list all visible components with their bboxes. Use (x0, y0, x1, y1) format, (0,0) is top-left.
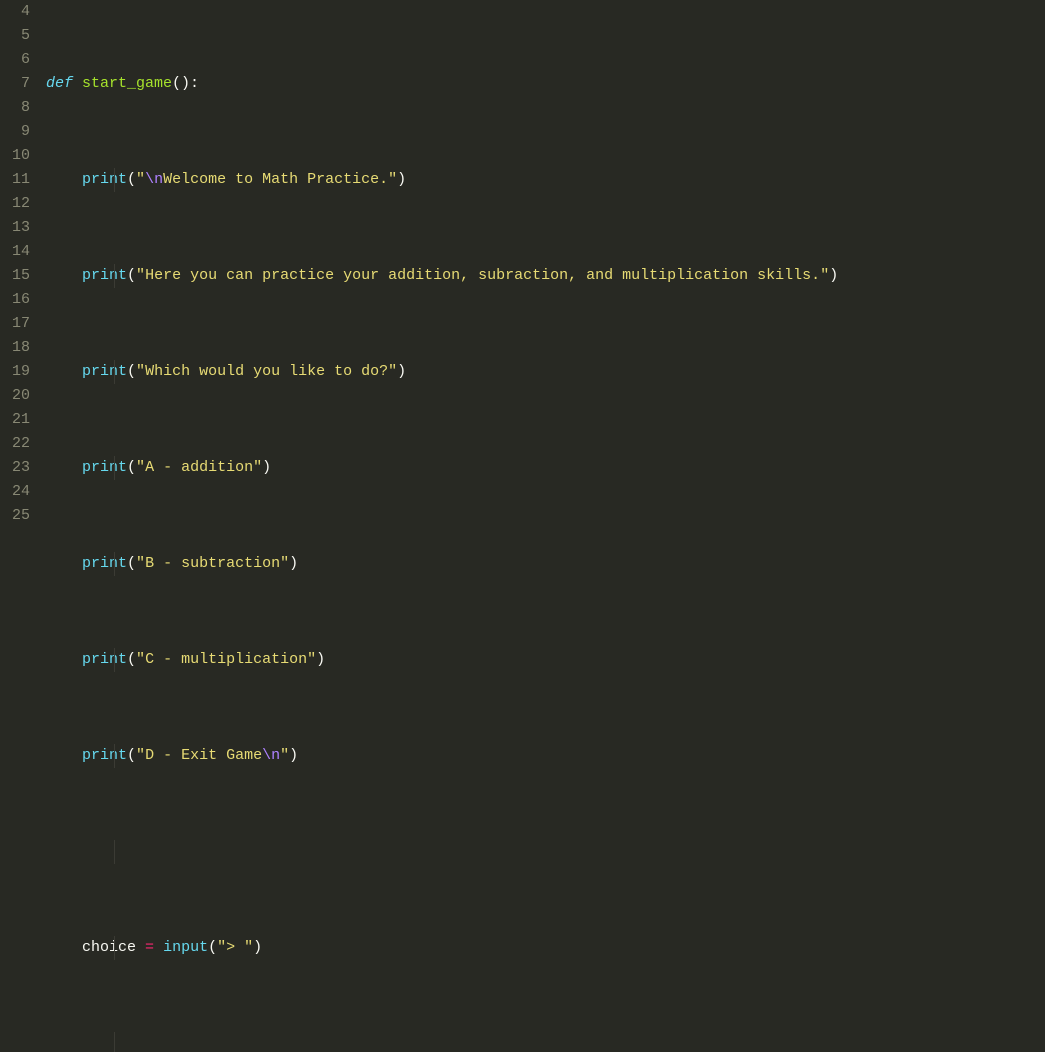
string-quote: " (280, 555, 289, 572)
punctuation: ( (127, 363, 136, 380)
line-number: 15 (6, 264, 30, 288)
line-number: 7 (6, 72, 30, 96)
escape-sequence: \n (262, 747, 280, 764)
code-line[interactable]: print("Here you can practice your additi… (46, 264, 838, 288)
string-quote: " (136, 171, 145, 188)
string-quote: " (136, 555, 145, 572)
line-number: 25 (6, 504, 30, 528)
code-line[interactable] (46, 840, 838, 864)
line-number: 11 (6, 168, 30, 192)
punctuation: ) (316, 651, 325, 668)
line-number: 16 (6, 288, 30, 312)
line-number-gutter: 4 5 6 7 8 9 10 11 12 13 14 15 16 17 18 1… (0, 0, 44, 526)
code-line[interactable]: print("B - subtraction") (46, 552, 838, 576)
code-line[interactable] (46, 1032, 838, 1052)
line-number: 21 (6, 408, 30, 432)
string-quote: " (136, 459, 145, 476)
function-call: print (82, 651, 127, 668)
string-quote: " (253, 459, 262, 476)
function-call: print (82, 267, 127, 284)
line-number: 23 (6, 456, 30, 480)
line-number: 5 (6, 24, 30, 48)
string-content: C - multiplication (145, 651, 307, 668)
punctuation: ) (397, 171, 406, 188)
code-line[interactable]: print("\nWelcome to Math Practice.") (46, 168, 838, 192)
line-number: 20 (6, 384, 30, 408)
punctuation: ( (127, 555, 136, 572)
punctuation: ) (253, 939, 262, 956)
string-content: Which would you like to do? (145, 363, 388, 380)
function-call: input (163, 939, 208, 956)
function-name: start_game (82, 75, 172, 92)
code-line[interactable]: print("Which would you like to do?") (46, 360, 838, 384)
string-quote: " (388, 171, 397, 188)
string-quote: " (136, 747, 145, 764)
punctuation: ( (208, 939, 217, 956)
code-line[interactable]: choice = input("> ") (46, 936, 838, 960)
string-content: A - addition (145, 459, 253, 476)
line-number: 19 (6, 360, 30, 384)
code-area[interactable]: def start_game(): print("\nWelcome to Ma… (44, 0, 838, 526)
code-line[interactable]: print("C - multiplication") (46, 648, 838, 672)
line-number: 14 (6, 240, 30, 264)
line-number: 22 (6, 432, 30, 456)
line-number: 13 (6, 216, 30, 240)
punctuation: ( (127, 267, 136, 284)
string-quote: " (136, 651, 145, 668)
string-quote: " (136, 267, 145, 284)
line-number: 6 (6, 48, 30, 72)
string-content: B - subtraction (145, 555, 280, 572)
line-number: 12 (6, 192, 30, 216)
punctuation: ) (289, 747, 298, 764)
line-number: 10 (6, 144, 30, 168)
string-quote: " (136, 363, 145, 380)
punctuation: ) (829, 267, 838, 284)
function-call: print (82, 747, 127, 764)
punctuation: ) (262, 459, 271, 476)
string-quote: " (388, 363, 397, 380)
line-number: 18 (6, 336, 30, 360)
line-number: 24 (6, 480, 30, 504)
code-line[interactable]: print("A - addition") (46, 456, 838, 480)
escape-sequence: \n (145, 171, 163, 188)
code-editor[interactable]: 4 5 6 7 8 9 10 11 12 13 14 15 16 17 18 1… (0, 0, 1045, 526)
punctuation: ) (289, 555, 298, 572)
string-literal: "> " (217, 939, 253, 956)
function-call: print (82, 459, 127, 476)
string-quote: " (307, 651, 316, 668)
line-number: 4 (6, 0, 30, 24)
identifier: choice (82, 939, 136, 956)
string-quote: " (280, 747, 289, 764)
string-quote: " (820, 267, 829, 284)
line-number: 8 (6, 96, 30, 120)
line-number: 17 (6, 312, 30, 336)
code-line[interactable]: print("D - Exit Game\n") (46, 744, 838, 768)
punctuation: ) (397, 363, 406, 380)
string-content: Welcome to Math Practice. (163, 171, 388, 188)
punctuation: ( (127, 171, 136, 188)
string-content: D - Exit Game (145, 747, 262, 764)
punctuation: ( (127, 459, 136, 476)
punctuation: ( (127, 747, 136, 764)
operator: = (145, 939, 154, 956)
punctuation: ( (127, 651, 136, 668)
function-call: print (82, 555, 127, 572)
punctuation: (): (172, 75, 199, 92)
line-number: 9 (6, 120, 30, 144)
keyword-def: def (46, 75, 73, 92)
function-call: print (82, 171, 127, 188)
string-content: Here you can practice your addition, sub… (145, 267, 820, 284)
function-call: print (82, 363, 127, 380)
code-line[interactable]: def start_game(): (46, 72, 838, 96)
